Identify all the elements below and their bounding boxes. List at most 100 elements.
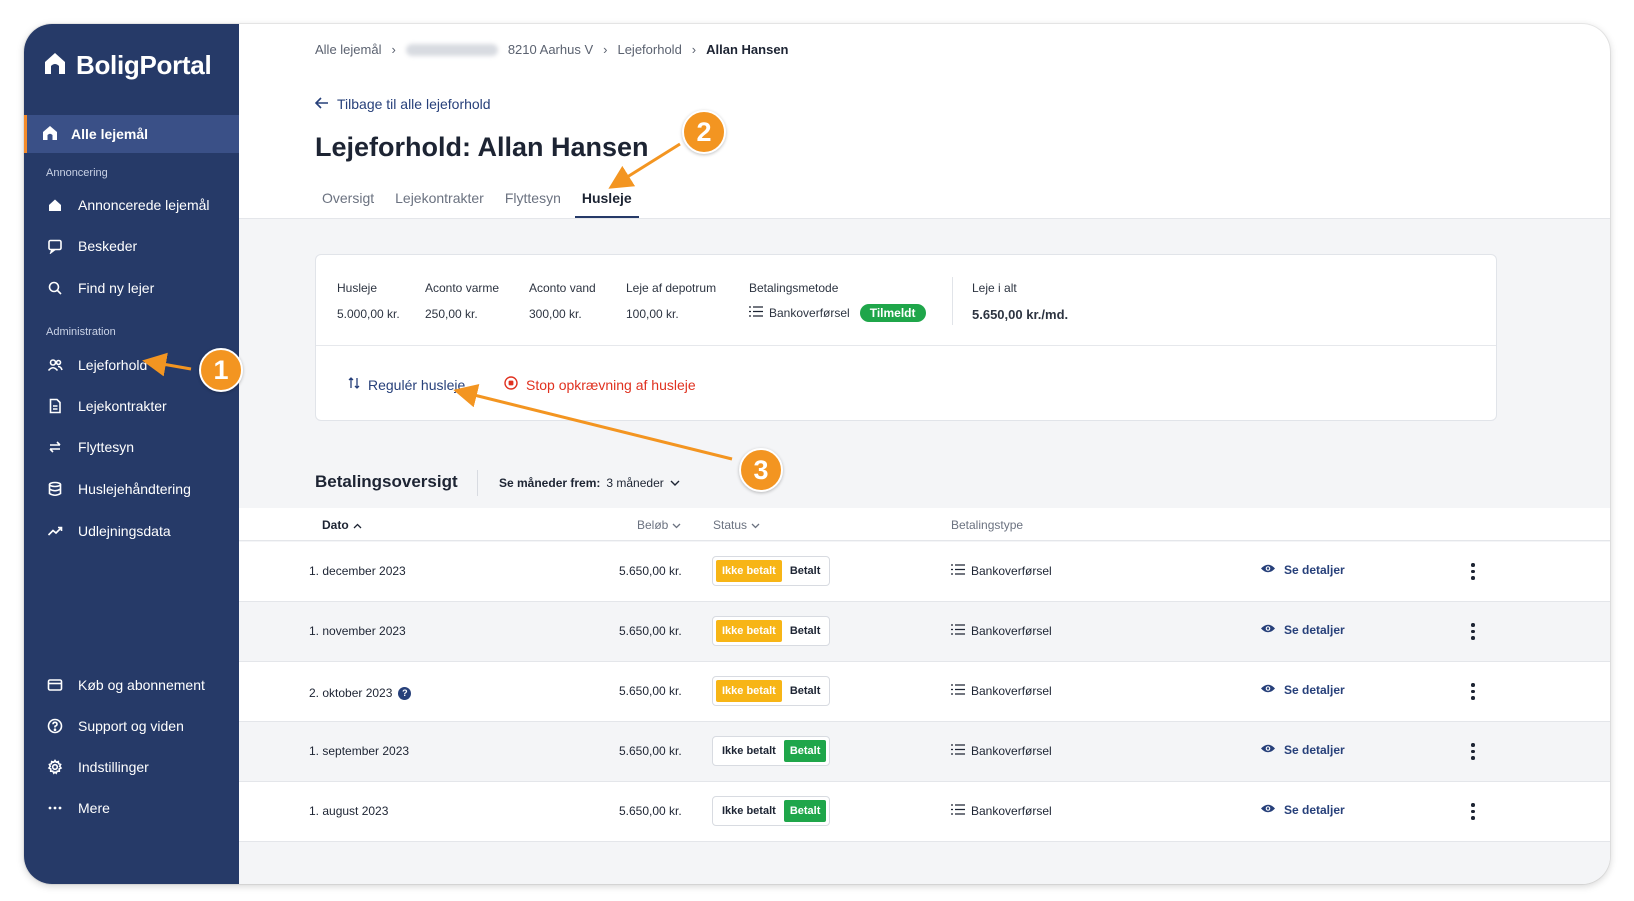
- table-row[interactable]: 2. oktober 2023? 5.650,00 kr. Ikke betalt B…: [239, 662, 1610, 722]
- field-value: 100,00 kr.: [626, 307, 679, 321]
- table-row[interactable]: 1. september 2023 5.650,00 kr. Ikke betalt…: [239, 722, 1610, 782]
- column-header-amount[interactable]: Beløb: [637, 518, 681, 532]
- row-menu-icon[interactable]: [1470, 743, 1476, 760]
- adjust-rent-button[interactable]: Regulér husleje: [348, 376, 465, 393]
- status-toggle[interactable]: Ikke betalt Betalt: [712, 556, 831, 586]
- see-details-link[interactable]: Se detaljer: [1260, 683, 1345, 697]
- sidebar-item-contracts[interactable]: Lejekontrakter: [46, 397, 167, 415]
- status-paid-option[interactable]: Betalt: [784, 620, 827, 642]
- table-header: Dato Beløb Status Betalingstype: [239, 508, 1610, 541]
- row-menu-icon[interactable]: [1470, 563, 1476, 580]
- table-row[interactable]: 1. november 2023 5.650,00 kr. Ikke betalt B…: [239, 602, 1610, 662]
- field-label: Aconto varme: [425, 281, 500, 295]
- breadcrumb-item-tenancies[interactable]: Lejeforhold: [617, 42, 681, 57]
- logo-text: BoligPortal: [76, 50, 212, 80]
- field-value: 300,00 kr.: [529, 307, 582, 321]
- page-title: Lejeforhold: Allan Hansen: [315, 132, 649, 163]
- divider: [477, 470, 478, 496]
- tab-contracts[interactable]: Lejekontrakter: [388, 190, 491, 218]
- sidebar-item-support[interactable]: Support og viden: [46, 717, 184, 735]
- breadcrumb-item-address[interactable]: 8210 Aarhus V: [508, 42, 593, 57]
- see-details-link[interactable]: Se detaljer: [1260, 563, 1345, 577]
- info-icon[interactable]: ?: [398, 686, 412, 700]
- status-toggle[interactable]: Ikke betalt Betalt: [712, 796, 831, 826]
- page-title-prefix: Lejeforhold:: [315, 132, 471, 162]
- column-header-status[interactable]: Status: [713, 518, 760, 532]
- logo[interactable]: BoligPortal: [42, 50, 212, 81]
- list-icon: [951, 564, 965, 578]
- sidebar-item-tenancies[interactable]: Lejeforhold: [46, 356, 147, 374]
- sidebar-item-label: Køb og abonnement: [78, 677, 205, 693]
- status-paid-option[interactable]: Betalt: [784, 680, 827, 702]
- status-paid-option[interactable]: Betalt: [783, 800, 827, 822]
- sidebar-item-listed-leases[interactable]: Annoncerede lejemål: [46, 196, 210, 214]
- row-menu-icon[interactable]: [1470, 683, 1476, 700]
- field-payment-method: Betalingsmetode Bankoverførsel Tilmeldt: [749, 281, 926, 322]
- row-menu-icon[interactable]: [1470, 803, 1476, 820]
- sidebar-item-inspection[interactable]: Flyttesyn: [46, 438, 134, 456]
- house-icon: [41, 124, 59, 145]
- eye-icon: [1260, 563, 1276, 577]
- column-label: Betalingstype: [951, 518, 1024, 532]
- sidebar-item-settings[interactable]: Indstillinger: [46, 758, 149, 776]
- document-icon: [46, 397, 64, 415]
- see-details-link[interactable]: Se detaljer: [1260, 803, 1345, 817]
- sidebar-item-more[interactable]: Mere: [46, 799, 110, 817]
- adjust-rent-label: Regulér husleje: [368, 376, 466, 393]
- sidebar-item-label: Annoncerede lejemål: [78, 197, 210, 213]
- back-link[interactable]: Tilbage til alle lejeforhold: [314, 96, 491, 112]
- tab-overview[interactable]: Oversigt: [315, 190, 381, 218]
- status-paid-option[interactable]: Betalt: [783, 740, 827, 762]
- table-row[interactable]: 1. august 2023 5.650,00 kr. Ikke betalt Bet…: [239, 782, 1610, 842]
- page-title-name: Allan Hansen: [477, 132, 649, 162]
- status-unpaid-option[interactable]: Ikke betalt: [716, 740, 782, 762]
- status-unpaid-option[interactable]: Ikke betalt: [716, 620, 782, 642]
- months-dropdown[interactable]: Se måneder frem: 3 måneder: [499, 476, 680, 490]
- see-details-label: Se detaljer: [1284, 563, 1345, 577]
- column-header-date[interactable]: Dato: [322, 518, 362, 532]
- status-unpaid-option[interactable]: Ikke betalt: [716, 800, 782, 822]
- see-details-label: Se detaljer: [1284, 623, 1345, 637]
- status-paid-option[interactable]: Betalt: [784, 560, 827, 582]
- field-rent: Husleje 5.000,00 kr.: [337, 281, 400, 321]
- field-heating: Aconto varme 250,00 kr.: [425, 281, 499, 321]
- status-toggle[interactable]: Ikke betalt Betalt: [712, 736, 831, 766]
- months-label: Se måneder frem:: [499, 476, 601, 490]
- sidebar-item-rent-management[interactable]: Huslejehåndtering: [46, 480, 191, 498]
- see-details-link[interactable]: Se detaljer: [1260, 623, 1345, 637]
- date-cell: 2. oktober 2023?: [309, 686, 412, 700]
- status-toggle[interactable]: Ikke betalt Betalt: [712, 616, 831, 646]
- card-icon: [46, 676, 64, 694]
- chevron-down-icon: [670, 476, 680, 490]
- date-cell: 1. november 2023: [309, 624, 406, 638]
- sidebar-item-subscription[interactable]: Køb og abonnement: [46, 676, 205, 694]
- date-cell: 1. december 2023: [309, 564, 406, 578]
- sidebar-item-find-tenant[interactable]: Find ny lejer: [46, 279, 154, 297]
- sidebar-item-messages[interactable]: Beskeder: [46, 237, 137, 255]
- back-link-label: Tilbage til alle lejeforhold: [337, 96, 491, 112]
- tab-rent[interactable]: Husleje: [574, 190, 639, 218]
- date-cell: 1. september 2023: [309, 744, 409, 758]
- date-value: 1. november 2023: [309, 624, 406, 638]
- stop-rent-button[interactable]: Stop opkrævning af husleje: [504, 376, 696, 393]
- payments-title: Betalingsoversigt: [315, 472, 458, 491]
- sidebar-item-rental-data[interactable]: Udlejningsdata: [46, 522, 171, 540]
- date-value: 1. september 2023: [309, 744, 410, 758]
- see-details-link[interactable]: Se detaljer: [1260, 743, 1345, 757]
- sidebar-item-all-leases[interactable]: Alle lejemål: [24, 115, 239, 153]
- breadcrumb-item-all-leases[interactable]: Alle lejemål: [315, 42, 381, 57]
- payment-type-cell: Bankoverførsel: [951, 804, 1052, 818]
- sort-arrows-icon: [348, 376, 360, 393]
- chevron-up-icon: [353, 518, 362, 532]
- table-row[interactable]: 1. december 2023 5.650,00 kr. Ikke betalt B…: [239, 542, 1610, 602]
- see-details-label: Se detaljer: [1284, 743, 1345, 757]
- row-menu-icon[interactable]: [1470, 623, 1476, 640]
- eye-icon: [1260, 623, 1276, 637]
- status-unpaid-option[interactable]: Ikke betalt: [716, 680, 782, 702]
- column-label: Status: [713, 518, 748, 532]
- status-unpaid-option[interactable]: Ikke betalt: [716, 560, 782, 582]
- status-toggle[interactable]: Ikke betalt Betalt: [712, 676, 831, 706]
- payment-type-value: Bankoverførsel: [971, 564, 1052, 578]
- tab-inspection[interactable]: Flyttesyn: [498, 190, 568, 218]
- divider: [952, 277, 953, 325]
